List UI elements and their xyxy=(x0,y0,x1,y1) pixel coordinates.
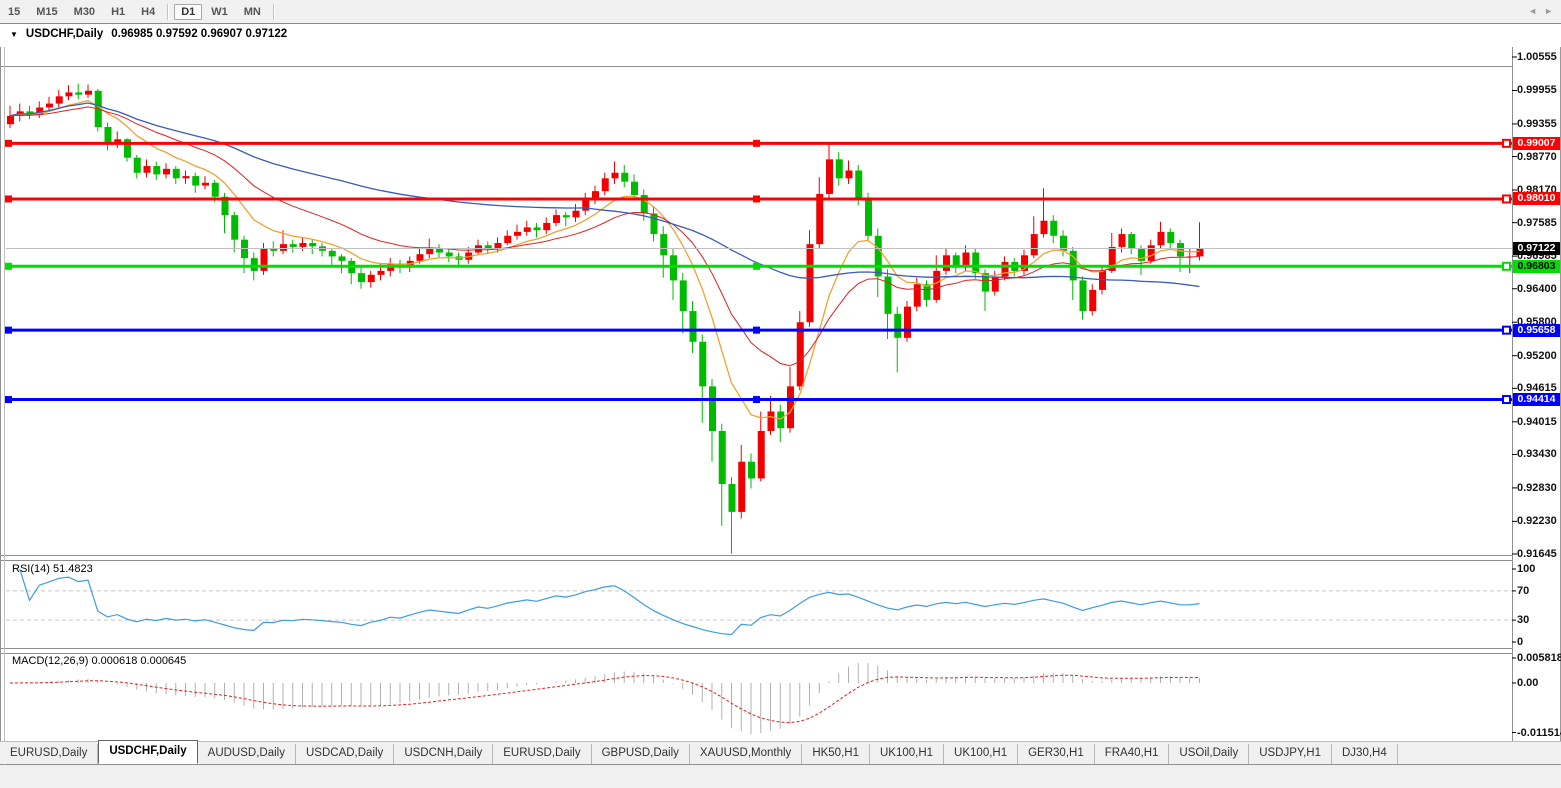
chart-tab-usoil-daily[interactable]: USOil,Daily xyxy=(1169,744,1250,764)
chart-tab-eurusd-daily[interactable]: EURUSD,Daily xyxy=(0,744,99,764)
chart-symbol-label: USDCHF,Daily xyxy=(25,28,104,40)
rsi-tick-label: 30 xyxy=(1517,614,1530,627)
timeframe-button-mn[interactable]: MN xyxy=(237,4,268,20)
chart-tab-fra40-h1[interactable]: FRA40,H1 xyxy=(1095,744,1170,764)
chart-tab-usdjpy-h1[interactable]: USDJPY,H1 xyxy=(1249,744,1332,764)
chart-window: ▼ USDCHF,Daily 0.96985 0.97592 0.96907 0… xyxy=(0,23,1561,765)
hline-price-badge: 0.94414 xyxy=(1513,393,1560,407)
price-tick-label: 0.99355 xyxy=(1517,117,1557,130)
rsi-indicator-label: RSI(14) 51.4823 xyxy=(12,563,93,575)
tab-scroll-right-icon[interactable]: ► xyxy=(1544,6,1553,16)
price-tick-label: 0.93430 xyxy=(1517,448,1557,461)
chart-tab-usdcnh-daily[interactable]: USDCNH,Daily xyxy=(394,744,494,764)
hline-0.98010 xyxy=(5,194,1512,204)
chart-tab-xauusd-monthly[interactable]: XAUUSD,Monthly xyxy=(690,744,803,764)
rsi-tick-label: 0 xyxy=(1517,636,1524,648)
price-tick-label: 0.92230 xyxy=(1517,515,1557,528)
moving-average-medium xyxy=(9,106,1200,367)
price-tick-label: 0.91645 xyxy=(1517,548,1557,560)
hline-0.99007 xyxy=(5,138,1512,148)
current-price-badge: 0.97122 xyxy=(1513,241,1560,255)
chart-tab-usdcad-daily[interactable]: USDCAD,Daily xyxy=(296,744,395,764)
chart-tab-audusd-daily[interactable]: AUDUSD,Daily xyxy=(198,744,296,764)
hline-0.95658 xyxy=(5,325,1512,335)
candlestick-series xyxy=(7,83,1204,554)
price-tick-label: 0.95200 xyxy=(1517,349,1557,362)
price-tick-label: 1.00555 xyxy=(1517,51,1557,63)
macd-tick-label: 0.005818 xyxy=(1517,651,1561,664)
hline-price-badge: 0.99007 xyxy=(1513,136,1560,150)
timeframe-button-15[interactable]: 15 xyxy=(1,4,27,20)
price-tick-label: 0.92830 xyxy=(1517,481,1557,494)
hline-price-badge: 0.96803 xyxy=(1513,259,1560,273)
chart-tab-hk50-h1[interactable]: HK50,H1 xyxy=(802,744,870,764)
chart-tab-dj30-h4[interactable]: DJ30,H4 xyxy=(1332,744,1398,764)
chart-tab-bar: EURUSD,Daily USDCHF,Daily AUDUSD,Daily USDC… xyxy=(0,740,1561,764)
hline-0.94414 xyxy=(5,395,1512,405)
price-tick-label: 0.94015 xyxy=(1517,415,1557,428)
hline-price-badge: 0.98010 xyxy=(1513,192,1560,206)
chart-tab-uk100-h1[interactable]: UK100,H1 xyxy=(944,744,1019,764)
rsi-tick-label: 70 xyxy=(1517,584,1530,597)
chart-tab-gbpusd-daily[interactable]: GBPUSD,Daily xyxy=(592,744,690,764)
price-tick-label: 0.98770 xyxy=(1517,150,1557,163)
timeframe-toolbar: 15 M15 M30 H1 H4 D1 W1 MN xyxy=(0,0,1561,23)
chart-canvas xyxy=(0,47,1561,765)
macd-pane xyxy=(9,663,1200,735)
tab-scroll-left-icon[interactable]: ◄ xyxy=(1528,6,1537,16)
rsi-pane xyxy=(6,568,1512,636)
timeframe-button-h4[interactable]: H4 xyxy=(134,4,162,20)
chart-tab-eurusd-daily[interactable]: EURUSD,Daily xyxy=(493,744,592,764)
rsi-tick-label: 100 xyxy=(1517,563,1536,575)
macd-tick-label: -0.011514 xyxy=(1517,726,1561,739)
macd-indicator-label: MACD(12,26,9) 0.000618 0.000645 xyxy=(12,655,187,667)
timeframe-button-w1[interactable]: W1 xyxy=(204,4,235,20)
chart-tab-ger30-h1[interactable]: GER30,H1 xyxy=(1018,744,1095,764)
timeframe-button-h1[interactable]: H1 xyxy=(104,4,132,20)
price-tick-label: 0.96400 xyxy=(1517,282,1557,295)
timeframe-button-m15[interactable]: M15 xyxy=(29,4,64,20)
chart-tab-uk100-h1[interactable]: UK100,H1 xyxy=(870,744,945,764)
timeframe-button-m30[interactable]: M30 xyxy=(67,4,102,20)
chart-ohlc-values: 0.96985 0.97592 0.96907 0.97122 xyxy=(111,28,288,40)
chart-tab-usdchf-daily[interactable]: USDCHF,Daily xyxy=(98,740,198,764)
price-tick-label: 0.97585 xyxy=(1517,216,1557,229)
chart-collapse-icon[interactable]: ▼ xyxy=(10,30,18,39)
toolbar-separator xyxy=(167,3,170,20)
tab-scroll-arrows: ◄ ► xyxy=(1528,6,1553,16)
price-tick-label: 0.99955 xyxy=(1517,84,1557,97)
hline-price-badge: 0.95658 xyxy=(1513,323,1560,337)
toolbar-separator xyxy=(272,3,275,20)
hline-0.96803 xyxy=(5,261,1512,271)
macd-tick-label: 0.00 xyxy=(1517,677,1539,689)
chart-title: ▼ USDCHF,Daily 0.96985 0.97592 0.96907 0… xyxy=(10,28,287,40)
timeframe-button-d1[interactable]: D1 xyxy=(174,3,203,20)
